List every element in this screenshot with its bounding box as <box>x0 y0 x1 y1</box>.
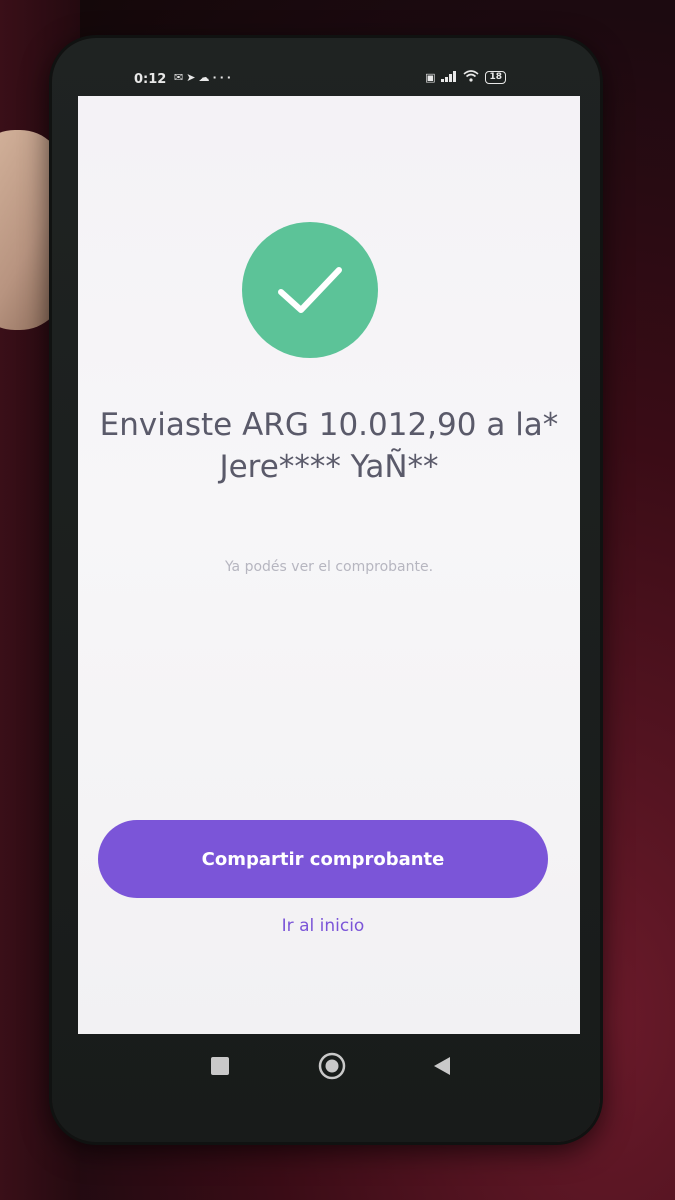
status-bar: 0:12 ✉➤☁··· ▣ 18 <box>80 66 520 96</box>
home-button[interactable] <box>312 1046 352 1086</box>
recents-icon <box>211 1057 229 1075</box>
go-home-link[interactable]: Ir al inicio <box>208 916 438 936</box>
status-time: 0:12 <box>134 72 167 87</box>
back-icon <box>434 1057 450 1075</box>
status-system-icons: ▣ 18 <box>425 70 506 85</box>
share-receipt-button[interactable]: Compartir comprobante <box>98 820 548 898</box>
play-icon: ➤ <box>186 71 199 84</box>
recents-button[interactable] <box>200 1046 240 1086</box>
sim-icon: ▣ <box>425 71 436 84</box>
success-badge <box>242 222 378 358</box>
system-navigation-bar <box>78 1034 580 1104</box>
more-icon: ··· <box>212 71 234 84</box>
home-icon <box>318 1052 346 1080</box>
confirmation-subtext: Ya podés ver el comprobante. <box>224 559 434 575</box>
status-notification-icons: ✉➤☁··· <box>174 71 234 84</box>
back-button[interactable] <box>422 1046 462 1086</box>
mail-icon: ✉ <box>174 71 187 84</box>
signal-icon <box>441 70 457 85</box>
cloud-icon: ☁ <box>198 71 213 84</box>
wifi-icon <box>463 70 479 85</box>
app-screen: Enviaste ARG 10.012,90 a la* Jere**** Ya… <box>78 96 580 1034</box>
battery-icon: 18 <box>485 71 506 84</box>
confirmation-title: Enviaste ARG 10.012,90 a la* Jere**** Ya… <box>99 407 559 485</box>
check-icon <box>278 267 342 313</box>
